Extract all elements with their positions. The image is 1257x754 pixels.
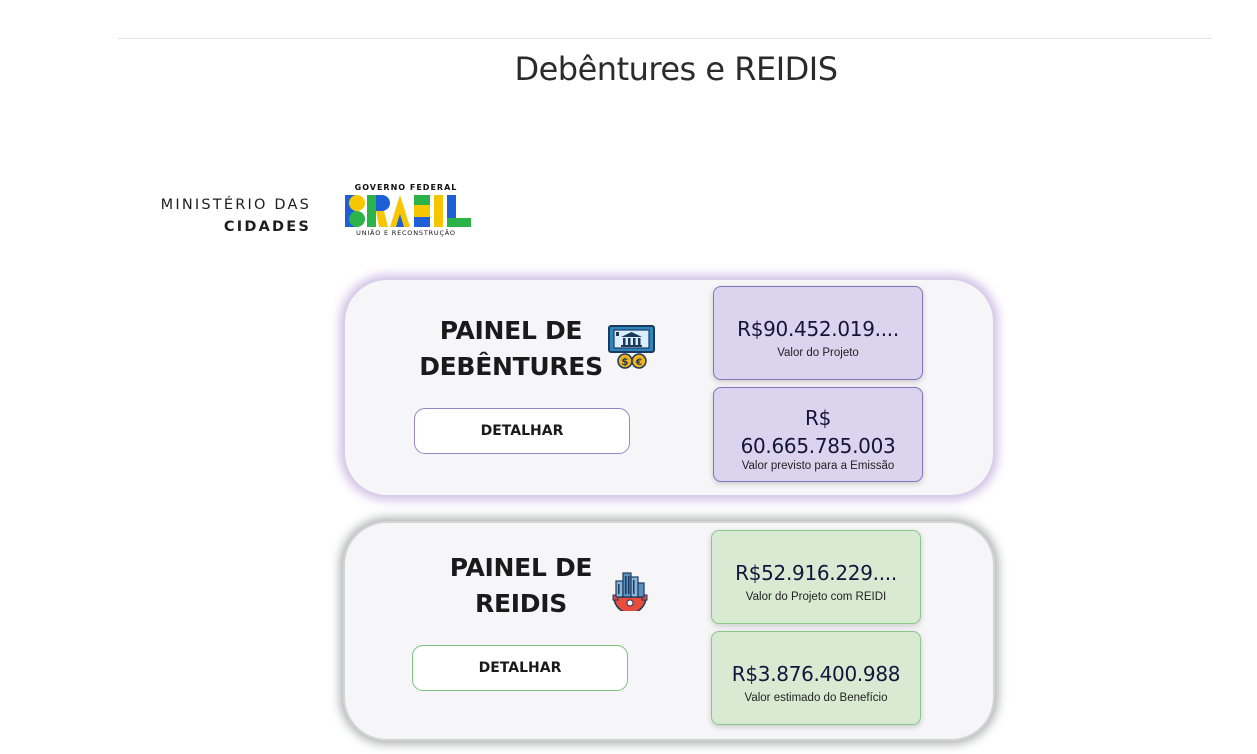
city-gear-icon bbox=[610, 567, 650, 616]
reidis-valor-beneficio-label: Valor estimado do Benefício bbox=[744, 692, 888, 704]
debentures-valor-emissao-currency: R$ bbox=[804, 406, 832, 430]
gov-logo-bottom-text: UNIÃO E RECONSTRUÇÃO bbox=[356, 229, 456, 237]
debentures-valor-emissao-amount: 60.665.785.003 bbox=[740, 434, 896, 458]
reidis-valor-beneficio-card: R$3.876.400.988 Valor estimado do Benefí… bbox=[711, 631, 921, 725]
debentures-detalhar-button[interactable]: DETALHAR bbox=[414, 408, 630, 454]
debentures-valor-emissao-value: R$ 60.665.785.003 bbox=[714, 404, 922, 460]
debentures-panel: PAINEL DE DEBÊNTURES $ € DETALHAR R$90.4… bbox=[343, 278, 995, 497]
debentures-valor-emissao-label: Valor previsto para a Emissão bbox=[741, 460, 895, 472]
reidis-panel-title: PAINEL DE REIDIS bbox=[436, 550, 606, 622]
gov-brasil-logo: GOVERNO FEDERAL UNIÃO E RECONSTRUÇÃO bbox=[344, 183, 479, 237]
svg-text:€: € bbox=[635, 358, 642, 368]
ministry-line1: MINISTÉRIO DAS bbox=[160, 197, 311, 213]
top-divider bbox=[118, 38, 1212, 39]
ministry-logo: MINISTÉRIO DAS CIDADES bbox=[145, 197, 311, 235]
reidis-title-line2: REIDIS bbox=[475, 589, 567, 618]
svg-text:$: $ bbox=[622, 357, 629, 368]
debentures-valor-projeto-card: R$90.452.019.... Valor do Projeto bbox=[713, 286, 923, 380]
reidis-valor-beneficio-value: R$3.876.400.988 bbox=[731, 662, 901, 686]
gov-logo-top-text: GOVERNO FEDERAL bbox=[354, 183, 458, 192]
reidis-panel: PAINEL DE REIDIS DETALHAR R$52.916.229..… bbox=[343, 521, 995, 741]
bank-money-icon: $ € bbox=[608, 324, 656, 375]
reidis-detalhar-button[interactable]: DETALHAR bbox=[412, 645, 628, 691]
ministry-line2: CIDADES bbox=[223, 219, 311, 235]
debentures-title-line1: PAINEL DE bbox=[439, 316, 583, 345]
debentures-valor-projeto-label: Valor do Projeto bbox=[777, 347, 859, 359]
debentures-panel-title: PAINEL DE DEBÊNTURES bbox=[411, 313, 611, 385]
debentures-valor-projeto-value: R$90.452.019.... bbox=[737, 317, 899, 341]
reidis-valor-projeto-value: R$52.916.229.... bbox=[735, 561, 897, 585]
debentures-title-line2: DEBÊNTURES bbox=[419, 352, 603, 381]
debentures-valor-emissao-card: R$ 60.665.785.003 Valor previsto para a … bbox=[713, 387, 923, 482]
reidis-title-line1: PAINEL DE bbox=[449, 553, 593, 582]
reidis-valor-projeto-card: R$52.916.229.... Valor do Projeto com RE… bbox=[711, 530, 921, 624]
reidis-valor-projeto-label: Valor do Projeto com REIDI bbox=[745, 591, 887, 603]
page-title: Debêntures e REIDIS bbox=[514, 50, 838, 88]
brasil-logo-icon bbox=[345, 195, 471, 227]
